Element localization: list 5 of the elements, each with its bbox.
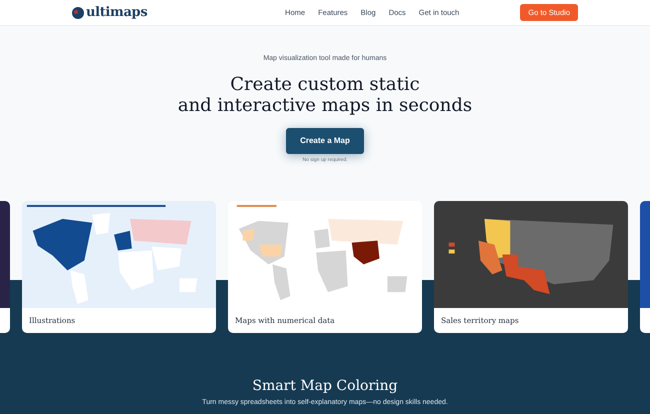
section-title: Smart Map Coloring [252, 377, 398, 395]
hero-title: Create custom static and interactive maps in seconds [178, 74, 472, 116]
globe-logo-icon [72, 6, 84, 18]
create-map-button[interactable]: Create a Map [286, 128, 364, 154]
logo-text[interactable]: ultimaps [86, 2, 148, 22]
